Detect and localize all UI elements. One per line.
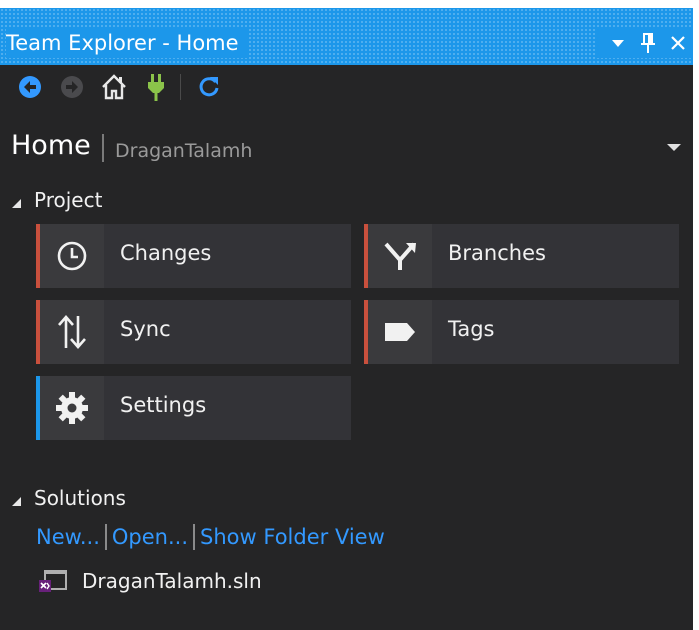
open-solution-link[interactable]: Open... bbox=[112, 525, 188, 549]
project-name: DraganTalamh bbox=[115, 140, 253, 162]
team-explorer-panel: Team Explorer - Home Home DraganTalamh P… bbox=[0, 8, 693, 630]
tile-sync-label: Sync bbox=[120, 317, 171, 341]
tag-icon bbox=[368, 300, 432, 364]
section-project-label: Project bbox=[34, 188, 103, 212]
section-solutions-label: Solutions bbox=[34, 486, 126, 510]
title-bar[interactable]: Team Explorer - Home bbox=[0, 8, 693, 65]
forward-arrow-icon[interactable] bbox=[56, 69, 88, 105]
solutions-links: New... Open... Show Folder View bbox=[36, 524, 385, 550]
clock-icon bbox=[40, 224, 104, 288]
gear-icon bbox=[40, 376, 104, 440]
tile-tags[interactable]: Tags bbox=[364, 300, 679, 364]
tile-branches[interactable]: Branches bbox=[364, 224, 679, 288]
close-icon[interactable] bbox=[663, 28, 693, 58]
solution-name: DraganTalamh.sln bbox=[82, 569, 262, 593]
show-folder-view-link[interactable]: Show Folder View bbox=[200, 525, 385, 549]
tile-changes[interactable]: Changes bbox=[36, 224, 351, 288]
link-separator bbox=[104, 524, 107, 550]
title-controls bbox=[595, 28, 693, 58]
new-solution-link[interactable]: New... bbox=[36, 525, 100, 549]
tile-settings-label: Settings bbox=[120, 393, 207, 417]
back-arrow-icon[interactable] bbox=[14, 69, 46, 105]
branch-icon bbox=[368, 224, 432, 288]
connect-plug-icon[interactable] bbox=[140, 69, 172, 105]
sync-arrows-icon bbox=[40, 300, 104, 364]
page-header[interactable]: Home DraganTalamh bbox=[0, 126, 693, 170]
solution-file-icon bbox=[38, 566, 68, 596]
link-separator bbox=[193, 524, 196, 550]
tile-tags-label: Tags bbox=[448, 317, 495, 341]
window-menu-dropdown-icon[interactable] bbox=[603, 28, 633, 58]
solution-item[interactable]: DraganTalamh.sln bbox=[38, 566, 262, 596]
tile-settings[interactable]: Settings bbox=[36, 376, 351, 440]
collapse-triangle-icon[interactable] bbox=[12, 496, 21, 506]
home-icon[interactable] bbox=[98, 69, 130, 105]
refresh-icon[interactable] bbox=[193, 69, 225, 105]
window-title: Team Explorer - Home bbox=[6, 28, 249, 58]
section-solutions[interactable]: Solutions bbox=[12, 486, 126, 510]
tile-branches-label: Branches bbox=[448, 241, 546, 265]
tile-changes-label: Changes bbox=[120, 241, 212, 265]
header-divider bbox=[102, 134, 104, 162]
toolbar bbox=[0, 65, 693, 109]
collapse-triangle-icon[interactable] bbox=[12, 198, 21, 208]
toolbar-separator bbox=[180, 74, 181, 100]
pin-icon[interactable] bbox=[633, 28, 663, 58]
section-project[interactable]: Project bbox=[12, 188, 102, 212]
page-title: Home bbox=[11, 130, 91, 161]
chevron-down-icon[interactable] bbox=[667, 144, 681, 151]
tile-sync[interactable]: Sync bbox=[36, 300, 351, 364]
